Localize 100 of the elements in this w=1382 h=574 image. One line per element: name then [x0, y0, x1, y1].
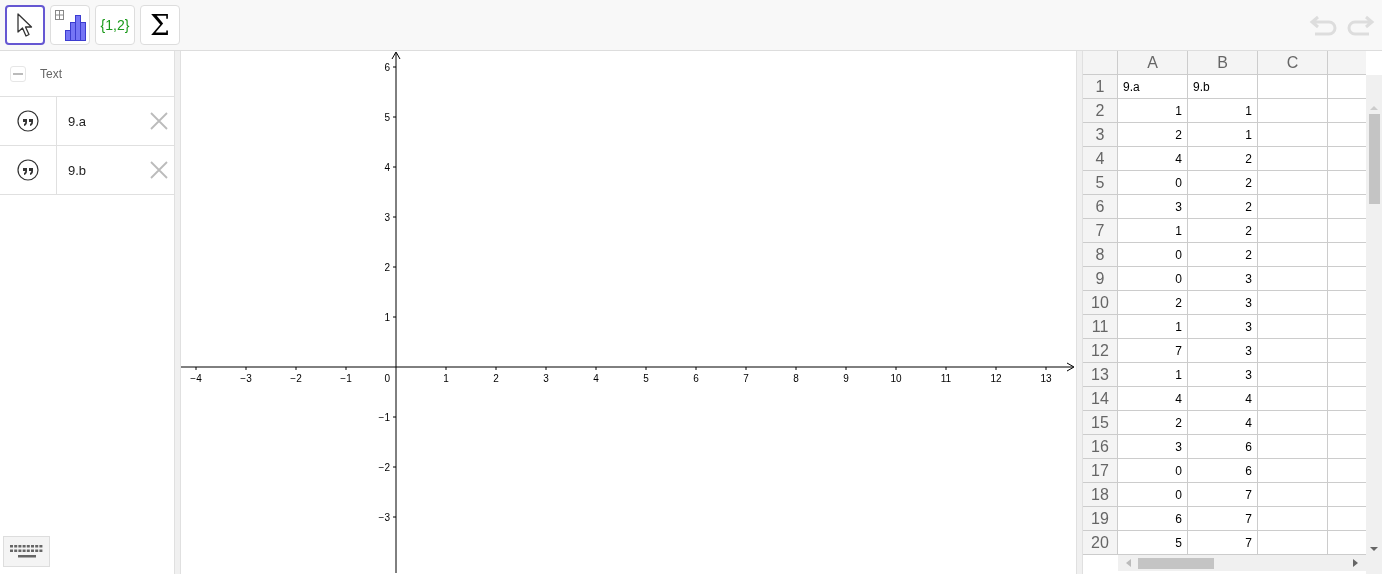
table-cell: 4: [1118, 147, 1188, 171]
row-header[interactable]: 4: [1083, 147, 1118, 171]
minus-icon: [13, 72, 23, 75]
table-cell: [1258, 171, 1328, 195]
row-header[interactable]: 20: [1083, 531, 1118, 555]
table-cell: [1258, 387, 1328, 411]
tick-label: −2: [290, 373, 302, 384]
pointer-tool[interactable]: [5, 5, 45, 45]
table-cell: 1: [1188, 123, 1258, 147]
algebra-entry[interactable]: 9.a: [57, 113, 150, 129]
tick-label: 1: [443, 373, 449, 384]
table-cell: [1258, 339, 1328, 363]
tick-label: −4: [190, 373, 202, 384]
tick-label: 0: [384, 373, 390, 384]
column-header[interactable]: C: [1258, 51, 1328, 75]
row-header[interactable]: 17: [1083, 459, 1118, 483]
close-icon[interactable]: [150, 161, 168, 179]
row-header[interactable]: 18: [1083, 483, 1118, 507]
group-label: Text: [40, 66, 62, 81]
table-cell: 3: [1188, 267, 1258, 291]
scroll-down-icon[interactable]: [1370, 546, 1378, 552]
row-header[interactable]: 13: [1083, 363, 1118, 387]
algebra-entry[interactable]: 9.b: [57, 162, 150, 178]
row-header[interactable]: 14: [1083, 387, 1118, 411]
table-cell: 9.b: [1188, 75, 1258, 99]
table-cell: 3: [1188, 315, 1258, 339]
table-cell: 1: [1118, 219, 1188, 243]
column-header[interactable]: A: [1118, 51, 1188, 75]
column-header[interactable]: [1328, 51, 1366, 75]
tick-label: 3: [543, 373, 549, 384]
row-header[interactable]: 1: [1083, 75, 1118, 99]
table-cell: [1258, 195, 1328, 219]
scroll-left-icon[interactable]: [1126, 559, 1132, 567]
row-header[interactable]: 10: [1083, 291, 1118, 315]
quote-icon: [17, 159, 39, 181]
row-header[interactable]: 15: [1083, 411, 1118, 435]
tick-label: 11: [940, 373, 952, 384]
table-cell: 7: [1188, 507, 1258, 531]
table-cell: 2: [1188, 243, 1258, 267]
corner-cell[interactable]: [1083, 51, 1118, 75]
collapse-button[interactable]: [10, 65, 26, 82]
tick-label: 4: [384, 162, 390, 173]
row-header[interactable]: 16: [1083, 435, 1118, 459]
row-header[interactable]: 7: [1083, 219, 1118, 243]
row-header[interactable]: 3: [1083, 123, 1118, 147]
table-cell: [1258, 75, 1328, 99]
redo-icon[interactable]: [1345, 13, 1375, 37]
table-cell: [1258, 147, 1328, 171]
row-header[interactable]: 19: [1083, 507, 1118, 531]
scroll-up-icon[interactable]: [1370, 105, 1378, 111]
tick-label: −3: [378, 512, 390, 523]
table-cell: 3: [1188, 291, 1258, 315]
keyboard-button[interactable]: [3, 536, 50, 567]
table-cell: 0: [1118, 459, 1188, 483]
scrollbar-thumb[interactable]: [1368, 114, 1380, 204]
table-cell: 0: [1118, 483, 1188, 507]
tick-label: 3: [384, 212, 390, 223]
row-header[interactable]: 2: [1083, 99, 1118, 123]
table-cell: 2: [1118, 123, 1188, 147]
table-cell: 3: [1188, 339, 1258, 363]
table-cell: 1: [1188, 99, 1258, 123]
bar-chart-icon: [53, 8, 87, 42]
scroll-right-icon[interactable]: [1352, 559, 1358, 567]
table-cell: [1258, 483, 1328, 507]
list-tool[interactable]: {1,2}: [95, 5, 135, 45]
tick-label: 7: [743, 373, 749, 384]
table-cell: 3: [1118, 195, 1188, 219]
table-cell: 2: [1188, 171, 1258, 195]
table-cell: [1258, 459, 1328, 483]
table-cell: 3: [1188, 363, 1258, 387]
table-cell: [1258, 99, 1328, 123]
column-header[interactable]: B: [1188, 51, 1258, 75]
table-cell: 9.a: [1118, 75, 1188, 99]
quote-icon: [17, 110, 39, 132]
row-header[interactable]: 5: [1083, 171, 1118, 195]
table-cell: [1258, 411, 1328, 435]
tick-label: 5: [384, 112, 390, 123]
chart-tool[interactable]: [50, 5, 90, 45]
tick-label: 5: [643, 373, 649, 384]
sum-tool[interactable]: Σ: [140, 5, 180, 45]
table-cell: 0: [1118, 171, 1188, 195]
undo-icon[interactable]: [1309, 13, 1339, 37]
tick-label: 4: [593, 373, 599, 384]
scrollbar-thumb[interactable]: [1138, 557, 1214, 569]
table-cell: 4: [1188, 387, 1258, 411]
table-cell: 6: [1118, 507, 1188, 531]
tick-label: 1: [384, 312, 390, 323]
row-header[interactable]: 6: [1083, 195, 1118, 219]
table-cell: 2: [1118, 291, 1188, 315]
tick-label: 12: [990, 373, 1002, 384]
row-header[interactable]: 12: [1083, 339, 1118, 363]
tick-label: 10: [890, 373, 902, 384]
close-icon[interactable]: [150, 112, 168, 130]
table-cell: 2: [1188, 195, 1258, 219]
row-header[interactable]: 9: [1083, 267, 1118, 291]
row-header[interactable]: 8: [1083, 243, 1118, 267]
table-cell: [1258, 291, 1328, 315]
table-cell: 2: [1118, 411, 1188, 435]
row-header[interactable]: 11: [1083, 315, 1118, 339]
table-cell: [1258, 435, 1328, 459]
